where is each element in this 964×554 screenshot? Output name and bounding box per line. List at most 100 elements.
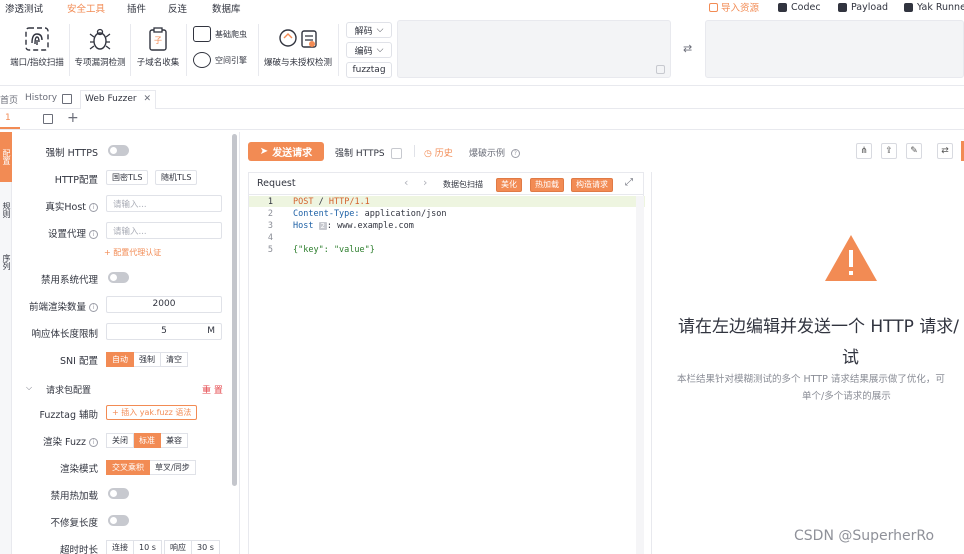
chevron-down-icon[interactable]: ⌵ bbox=[26, 383, 32, 393]
vuln-detect-label: 专项漏洞检测 bbox=[74, 58, 126, 68]
encode-select[interactable]: 编码 ⌵ bbox=[346, 42, 392, 58]
no-fix-length-toggle[interactable] bbox=[108, 515, 129, 526]
send-request-button[interactable]: ➤ 发送请求 bbox=[248, 142, 324, 161]
render-mode-segmented[interactable]: 交叉乘积 草叉/同步 bbox=[106, 460, 196, 475]
response-value[interactable]: 30 s bbox=[192, 540, 220, 554]
proxy-input[interactable]: 请输入... bbox=[106, 222, 222, 239]
render-fuzz-segmented[interactable]: 关闭 标准 兼容 bbox=[106, 433, 188, 448]
packet-scan-button[interactable]: 数据包扫描 bbox=[443, 179, 483, 190]
render-fuzz-option-standard[interactable]: 标准 bbox=[134, 433, 161, 448]
rail-tab-config[interactable]: 配置 bbox=[0, 132, 12, 182]
tab-home[interactable]: 首页 bbox=[0, 93, 18, 106]
render-fuzz-option-compat[interactable]: 兼容 bbox=[161, 433, 188, 448]
yak-runner-button[interactable]: Yak Runner bbox=[904, 0, 964, 14]
fuzztag-button[interactable]: fuzztag bbox=[346, 62, 392, 78]
beautify-button[interactable]: 美化 bbox=[496, 178, 522, 192]
menu-plugins[interactable]: 插件 bbox=[127, 1, 146, 15]
history-button[interactable]: ◷ 历史 bbox=[424, 146, 453, 159]
main-force-https[interactable]: 强制 HTTPS bbox=[335, 146, 403, 159]
gm-tls-checkbox[interactable]: 国密TLS bbox=[106, 170, 149, 185]
real-host-input[interactable]: 请输入... bbox=[106, 195, 222, 212]
render-count-input[interactable]: 2000 bbox=[106, 296, 222, 313]
response-empty-desc-2: 单个/多个请求的展示 bbox=[802, 391, 891, 402]
fuzztag-helper-label: Fuzztag 辅助 bbox=[39, 410, 98, 421]
codec-button[interactable]: Codec bbox=[778, 0, 821, 14]
sub-tab-1[interactable]: 1 bbox=[0, 110, 20, 129]
burst-example-label: 爆破示例 bbox=[469, 149, 506, 159]
sub-tab-bar: 1 + bbox=[0, 110, 964, 130]
response-panel: 请在左边编辑并发送一个 HTTP 请求/ 试 本栏结果针对模糊测试的多个 HTT… bbox=[651, 172, 964, 554]
port-scan-label: 端口/指纹扫描 bbox=[10, 58, 64, 68]
connect-value[interactable]: 10 s bbox=[134, 540, 162, 554]
line-number: 4 bbox=[267, 233, 273, 243]
force-https-checkbox[interactable] bbox=[391, 148, 403, 159]
export-icon[interactable]: ⇪ bbox=[881, 143, 897, 159]
hot-load-button[interactable]: 热加载 bbox=[530, 178, 564, 192]
build-request-button[interactable]: 构造请求 bbox=[571, 178, 613, 192]
rail-tab-rules[interactable]: 规则 bbox=[0, 188, 12, 232]
import-icon bbox=[709, 2, 718, 12]
brute-tool[interactable]: 爆破与未授权检测 bbox=[262, 26, 334, 68]
disable-sys-proxy-toggle[interactable] bbox=[108, 272, 129, 283]
timeout-response-input[interactable]: 响应 30 s bbox=[164, 540, 220, 554]
monitor-icon bbox=[193, 26, 211, 42]
port-scan-tool[interactable]: 端口/指纹扫描 bbox=[6, 26, 68, 68]
tab-history[interactable]: History bbox=[25, 93, 57, 103]
real-host-label: 真实Host i bbox=[12, 199, 98, 213]
share-icon[interactable]: ⋔ bbox=[856, 143, 872, 159]
tab-web-fuzzer-label: Web Fuzzer bbox=[85, 94, 137, 104]
import-resource-button[interactable]: 导入资源 bbox=[709, 0, 759, 14]
grid-icon[interactable] bbox=[62, 94, 72, 104]
decode-select[interactable]: 解码 ⌵ bbox=[346, 22, 392, 38]
tab-web-fuzzer[interactable]: Web Fuzzer ✕ bbox=[80, 90, 156, 109]
burst-example-button[interactable]: 爆破示例 ? bbox=[469, 146, 520, 159]
packet-config-header[interactable]: 请求包配置 bbox=[46, 383, 91, 396]
codec-input-area[interactable] bbox=[397, 20, 671, 78]
vuln-detect-tool[interactable]: 专项漏洞检测 bbox=[72, 26, 128, 68]
menu-pentest[interactable]: 渗透测试 bbox=[5, 1, 43, 15]
sni-option-force[interactable]: 强制 bbox=[134, 352, 161, 367]
rail-tab-sequence[interactable]: 序列 bbox=[0, 240, 12, 284]
info-icon: i bbox=[89, 438, 98, 447]
render-fuzz-option-off[interactable]: 关闭 bbox=[106, 433, 134, 448]
force-https-toggle[interactable] bbox=[108, 145, 129, 156]
random-tls-checkbox[interactable]: 随机TLS bbox=[155, 170, 198, 185]
config-scrollbar[interactable] bbox=[232, 134, 237, 486]
timeout-label: 超时时长 bbox=[59, 545, 98, 554]
sni-option-clear[interactable]: 清空 bbox=[161, 352, 188, 367]
subdomain-tool[interactable]: 子 子域名收集 bbox=[134, 26, 182, 68]
resp-limit-input[interactable]: 5 M bbox=[106, 323, 222, 340]
copy-icon[interactable] bbox=[656, 65, 665, 74]
proxy-auth-link[interactable]: + 配置代理认证 bbox=[104, 247, 161, 258]
sni-segmented[interactable]: 自动 强制 清空 bbox=[106, 352, 188, 367]
payload-button[interactable]: Payload bbox=[838, 0, 888, 14]
chevron-right-icon[interactable]: › bbox=[423, 176, 427, 189]
clock-icon: ◷ bbox=[424, 149, 432, 159]
space-engine-tool[interactable]: 空间引擎 bbox=[193, 52, 247, 68]
disable-hotpatch-toggle[interactable] bbox=[108, 488, 129, 499]
code-line-content-type: Content-Type: application/json bbox=[293, 209, 447, 219]
swap-icon[interactable]: ⇄ bbox=[683, 42, 692, 55]
history-label: 历史 bbox=[434, 149, 453, 159]
chevron-left-icon[interactable]: ‹ bbox=[404, 176, 408, 189]
swap-layout-icon[interactable]: ⇄ bbox=[937, 143, 953, 159]
timeout-connect-input[interactable]: 连接 10 s bbox=[106, 540, 162, 554]
save-icon[interactable] bbox=[43, 114, 53, 124]
fullscreen-icon[interactable]: ⤢ bbox=[625, 177, 633, 188]
crawler-tool[interactable]: 基础爬虫 bbox=[193, 26, 247, 42]
menu-security-tools[interactable]: 安全工具 bbox=[67, 1, 105, 15]
request-editor[interactable]: 1 2 3 4 5 POST / HTTP/1.1 Content-Type: … bbox=[248, 195, 645, 554]
close-icon[interactable]: ✕ bbox=[143, 94, 151, 104]
menu-database[interactable]: 数据库 bbox=[212, 1, 241, 15]
sni-option-auto[interactable]: 自动 bbox=[106, 352, 134, 367]
editor-scrollbar[interactable] bbox=[636, 196, 644, 554]
insert-fuzz-button[interactable]: + 插入 yak.fuzz 语法 bbox=[106, 405, 198, 420]
reset-button[interactable]: 重 置 bbox=[202, 383, 223, 396]
add-tab-icon[interactable]: + bbox=[67, 110, 79, 126]
subdomain-label: 子域名收集 bbox=[136, 58, 180, 68]
edit-icon[interactable]: ✎ bbox=[906, 143, 922, 159]
render-mode-option-cross[interactable]: 交叉乘积 bbox=[106, 460, 150, 475]
codec-output-area[interactable] bbox=[705, 20, 964, 78]
menu-reverse[interactable]: 反连 bbox=[168, 1, 187, 15]
render-mode-option-sync[interactable]: 草叉/同步 bbox=[150, 460, 196, 475]
